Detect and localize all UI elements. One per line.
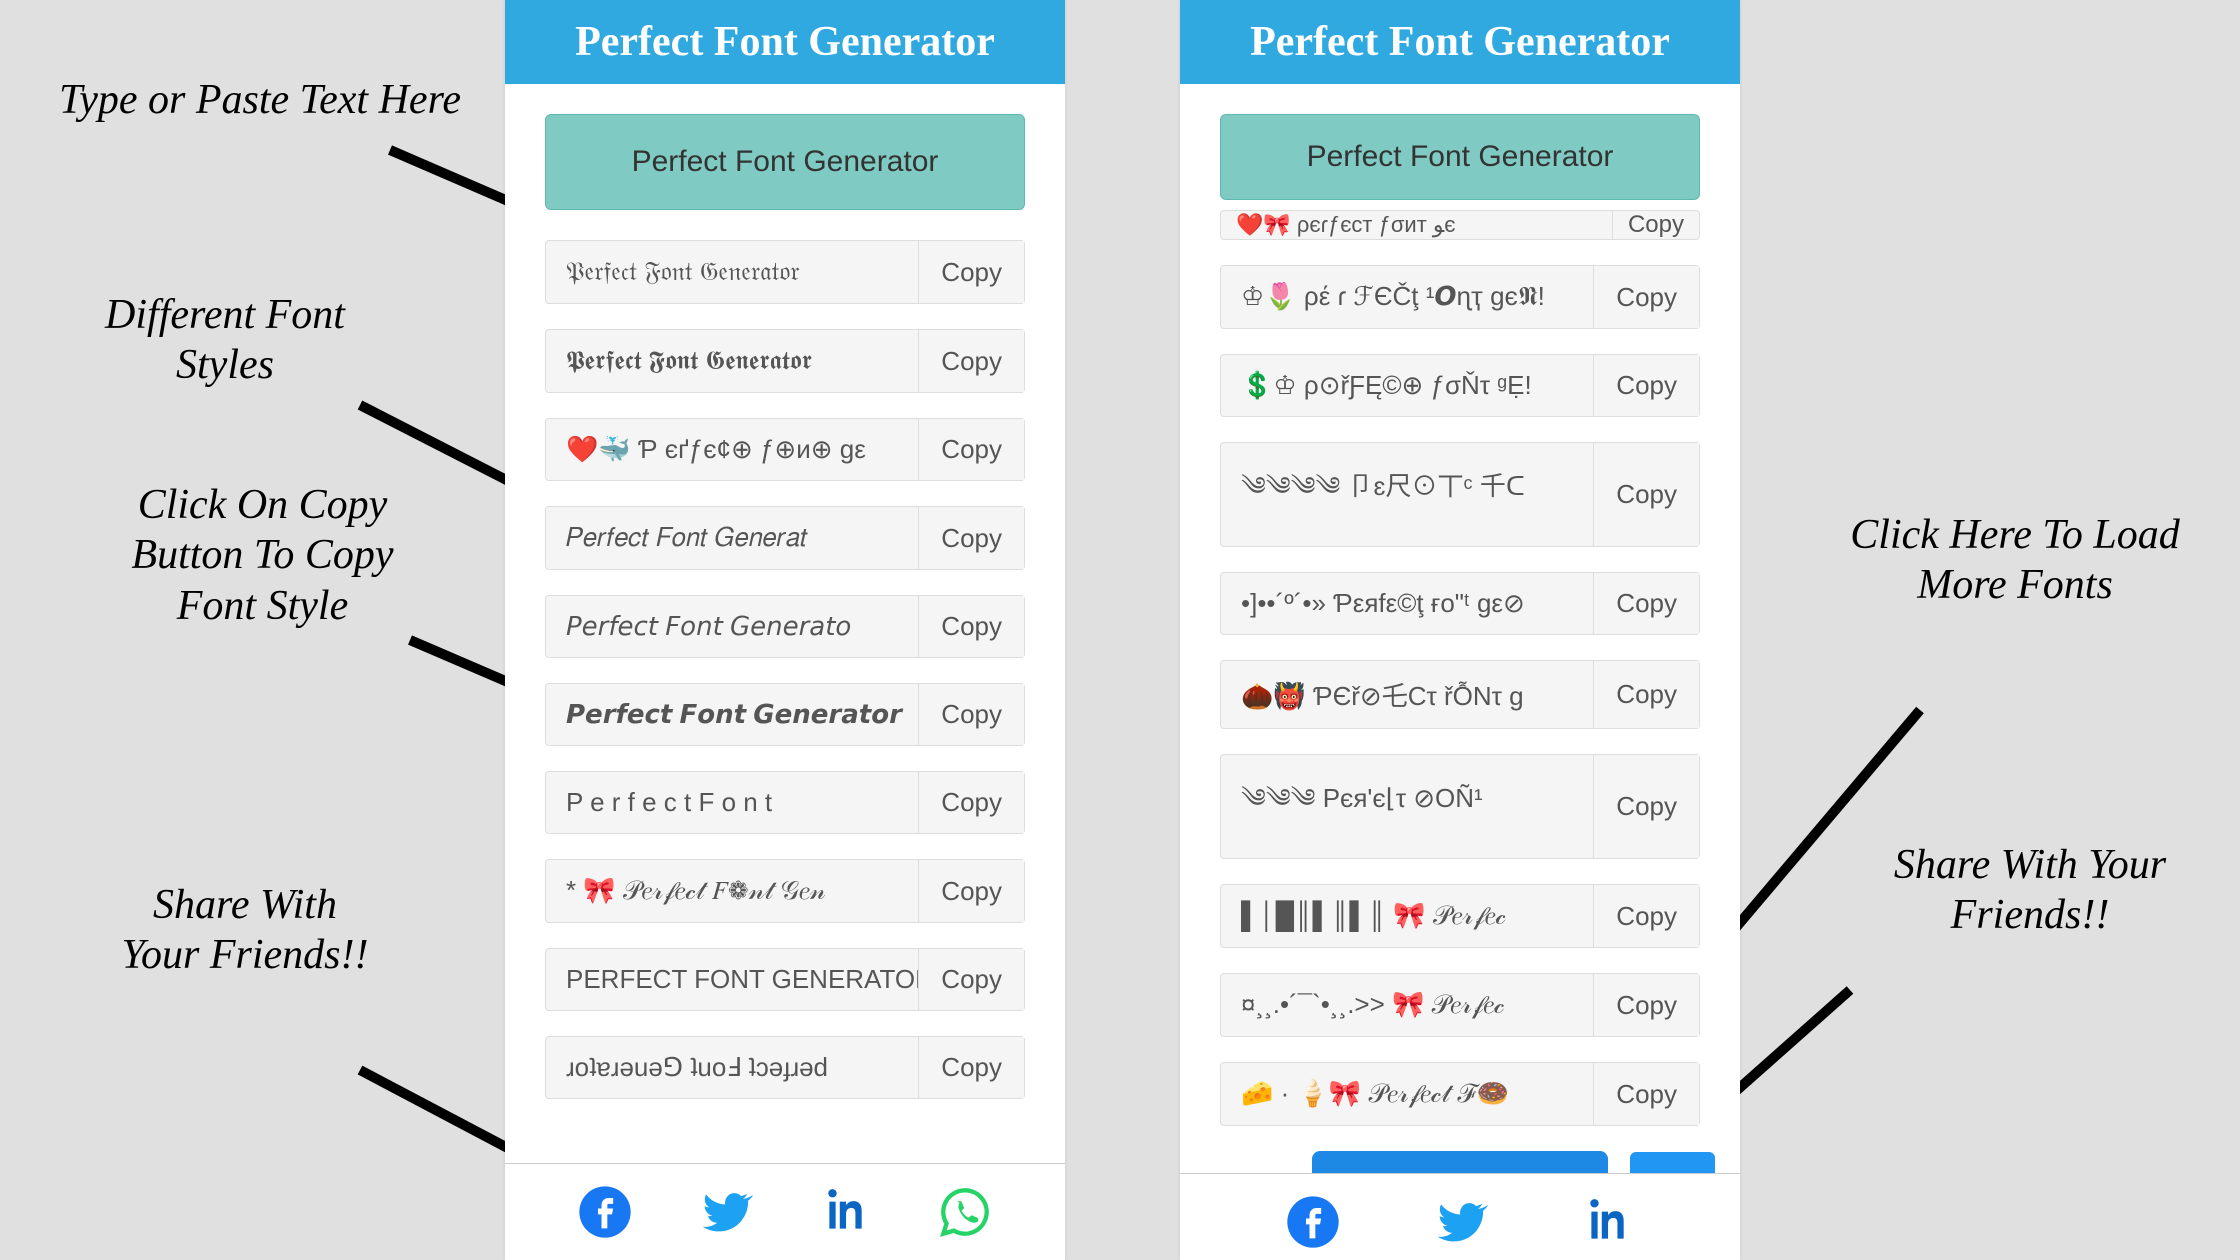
phone-left: Perfect Font Generator Perfect Font Gene… xyxy=(505,0,1065,1260)
font-preview[interactable]: ༄༄༄ Pєя'є⌊τ ⊘OÑ¹ xyxy=(1221,755,1594,858)
font-preview[interactable]: 💲♔ ρ⊙řƑĘ©⊕ ƒσŇτ ᵍẸ! xyxy=(1221,355,1594,416)
annotation-share-left: Share With Your Friends!! xyxy=(115,880,375,981)
linkedin-icon[interactable] xyxy=(817,1184,873,1240)
annotation-type-here: Type or Paste Text Here xyxy=(50,75,470,125)
font-row: PERFECT FONT GENERATORCopy xyxy=(545,948,1025,1011)
copy-button[interactable]: Copy xyxy=(919,772,1024,833)
font-row: ༄༄༄༄ 卩ɛ尺⊙丅ᶜ 千ᑕCopy xyxy=(1220,442,1700,547)
font-row: ▌│█║▌║▌║ 🎀 𝒫𝑒𝓇𝒻𝑒𝒸Copy xyxy=(1220,884,1700,948)
copy-button[interactable]: Copy xyxy=(1594,573,1699,634)
text-input[interactable]: Perfect Font Generator xyxy=(1220,114,1700,200)
font-row: ɹoʇɐɹǝuǝ⅁ ʇuoℲ ʇɔǝɟɹǝdCopy xyxy=(545,1036,1025,1099)
font-row: ♔🌷 ρέ ɾ ℱЄČţ ¹𝙊ɳҭ gє𝕹!Copy xyxy=(1220,265,1700,329)
font-row: 💲♔ ρ⊙řƑĘ©⊕ ƒσŇτ ᵍẸ!Copy xyxy=(1220,354,1700,417)
phone-right: Perfect Font Generator Perfect Font Gene… xyxy=(1180,0,1740,1260)
font-row: ¤¸¸.•´¯`•¸¸.>> 🎀 𝒫𝑒𝓇𝒻𝑒𝒸Copy xyxy=(1220,973,1700,1037)
copy-button[interactable]: Copy xyxy=(919,330,1024,392)
font-preview[interactable]: 🧀 · 🍦🎀 𝒫𝑒𝓇𝒻𝑒𝒸𝓉 ℱ🍩 xyxy=(1221,1063,1594,1125)
app-title: Perfect Font Generator xyxy=(1180,0,1740,84)
copy-button[interactable]: Copy xyxy=(1594,661,1699,728)
copy-button[interactable]: Copy xyxy=(919,596,1024,657)
share-bar xyxy=(1180,1173,1740,1260)
copy-button[interactable]: Copy xyxy=(919,241,1024,303)
copy-button[interactable]: Copy xyxy=(919,860,1024,922)
whatsapp-icon[interactable] xyxy=(937,1184,993,1240)
font-preview[interactable]: ▌│█║▌║▌║ 🎀 𝒫𝑒𝓇𝒻𝑒𝒸 xyxy=(1221,885,1594,947)
facebook-icon[interactable] xyxy=(577,1184,633,1240)
share-bar xyxy=(505,1163,1065,1260)
font-row: 𝙋𝙚𝙧𝙛𝙚𝙘𝙩 𝙁𝙤𝙣𝙩 𝙂𝙚𝙣𝙚𝙧𝙖𝙩𝙤𝙧Copy xyxy=(545,683,1025,746)
font-row: ༄༄༄ Pєя'є⌊τ ⊘OÑ¹Copy xyxy=(1220,754,1700,859)
font-preview[interactable]: * 🎀 𝒫𝑒𝓇𝒻𝑒𝒸𝓉 𝐹❁𝓃𝓉 𝒢𝑒𝓃 xyxy=(546,860,919,922)
copy-button[interactable]: Copy xyxy=(1594,974,1699,1036)
font-preview[interactable]: ɹoʇɐɹǝuǝ⅁ ʇuoℲ ʇɔǝɟɹǝd xyxy=(546,1037,919,1098)
font-preview[interactable]: ❤️🐳 Ƥ єґƒє¢⊕ ƒ⊕и⊕ gε xyxy=(546,419,919,480)
font-row: ❤️🐳 Ƥ єґƒє¢⊕ ƒ⊕и⊕ gεCopy xyxy=(545,418,1025,481)
font-row-partial: ❤️🎀 ρєɾƒєcт ƒσит ﻮє Copy xyxy=(1220,210,1700,240)
font-preview[interactable]: 🌰👹 ƤЄř⊘乇Cτ řỖNτ g xyxy=(1221,661,1594,728)
font-preview[interactable]: ¤¸¸.•´¯`•¸¸.>> 🎀 𝒫𝑒𝓇𝒻𝑒𝒸 xyxy=(1221,974,1594,1036)
twitter-icon[interactable] xyxy=(1432,1194,1488,1250)
font-row: •]••´º´•» Ƥεяfε©ţ ғo"ᵗ gε⊘Copy xyxy=(1220,572,1700,635)
font-row: P e r f e c t F o n tCopy xyxy=(545,771,1025,834)
font-preview[interactable]: PERFECT FONT GENERATOR xyxy=(546,949,919,1010)
font-preview[interactable]: P e r f e c t F o n t xyxy=(546,772,919,833)
app-title: Perfect Font Generator xyxy=(505,0,1065,84)
copy-button[interactable]: Copy xyxy=(1612,211,1699,239)
linkedin-icon[interactable] xyxy=(1579,1194,1635,1250)
font-row: 𝔓𝔢𝔯𝔣𝔢𝔠𝔱 𝔉𝔬𝔫𝔱 𝔊𝔢𝔫𝔢𝔯𝔞𝔱𝔬𝔯Copy xyxy=(545,240,1025,304)
annotation-click-copy: Click On Copy Button To Copy Font Style xyxy=(95,480,430,631)
font-preview[interactable]: ♔🌷 ρέ ɾ ℱЄČţ ¹𝙊ɳҭ gє𝕹! xyxy=(1221,266,1594,328)
annotation-diff-styles: Different Font Styles xyxy=(60,290,390,391)
font-row: 𝘗𝘦𝘳𝘧𝘦𝘤𝘵 𝘍𝘰𝘯𝘵 𝘎𝘦𝘯𝘦𝘳𝘢𝘵𝘰Copy xyxy=(545,595,1025,658)
copy-button[interactable]: Copy xyxy=(919,684,1024,745)
annotation-load-more: Click Here To Load More Fonts xyxy=(1850,510,2180,611)
copy-button[interactable]: Copy xyxy=(1594,355,1699,416)
font-preview[interactable]: ❤️🎀 ρєɾƒєcт ƒσит ﻮє xyxy=(1221,212,1612,238)
font-row: 🌰👹 ƤЄř⊘乇Cτ řỖNτ gCopy xyxy=(1220,660,1700,729)
annotation-share-right: Share With Your Friends!! xyxy=(1890,840,2170,941)
font-preview[interactable]: ༄༄༄༄ 卩ɛ尺⊙丅ᶜ 千ᑕ xyxy=(1221,443,1594,546)
text-input[interactable]: Perfect Font Generator xyxy=(545,114,1025,210)
copy-button[interactable]: Copy xyxy=(1594,1063,1699,1125)
copy-button[interactable]: Copy xyxy=(919,419,1024,480)
font-preview[interactable]: 𝑃𝑒𝑟𝑓𝑒𝑐𝑡 𝐹𝑜𝑛𝑡 𝐺𝑒𝑛𝑒𝑟𝑎𝑡 xyxy=(546,507,919,569)
font-row: 𝑃𝑒𝑟𝑓𝑒𝑐𝑡 𝐹𝑜𝑛𝑡 𝐺𝑒𝑛𝑒𝑟𝑎𝑡Copy xyxy=(545,506,1025,570)
facebook-icon[interactable] xyxy=(1285,1194,1341,1250)
copy-button[interactable]: Copy xyxy=(1594,443,1699,546)
twitter-icon[interactable] xyxy=(697,1184,753,1240)
font-row: * 🎀 𝒫𝑒𝓇𝒻𝑒𝒸𝓉 𝐹❁𝓃𝓉 𝒢𝑒𝓃Copy xyxy=(545,859,1025,923)
font-preview[interactable]: •]••´º´•» Ƥεяfε©ţ ғo"ᵗ gε⊘ xyxy=(1221,573,1594,634)
font-preview[interactable]: 𝙋𝙚𝙧𝙛𝙚𝙘𝙩 𝙁𝙤𝙣𝙩 𝙂𝙚𝙣𝙚𝙧𝙖𝙩𝙤𝙧 xyxy=(546,684,919,745)
copy-button[interactable]: Copy xyxy=(1594,266,1699,328)
font-preview[interactable]: 𝘗𝘦𝘳𝘧𝘦𝘤𝘵 𝘍𝘰𝘯𝘵 𝘎𝘦𝘯𝘦𝘳𝘢𝘵𝘰 xyxy=(546,596,919,657)
copy-button[interactable]: Copy xyxy=(1594,755,1699,858)
copy-button[interactable]: Copy xyxy=(919,1037,1024,1098)
font-row: 𝕻𝖊𝖗𝖋𝖊𝖈𝖙 𝕱𝖔𝖓𝖙 𝕲𝖊𝖓𝖊𝖗𝖆𝖙𝖔𝖗Copy xyxy=(545,329,1025,393)
copy-button[interactable]: Copy xyxy=(919,507,1024,569)
copy-button[interactable]: Copy xyxy=(1594,885,1699,947)
font-preview[interactable]: 𝕻𝖊𝖗𝖋𝖊𝖈𝖙 𝕱𝖔𝖓𝖙 𝕲𝖊𝖓𝖊𝖗𝖆𝖙𝖔𝖗 xyxy=(546,330,919,392)
font-preview[interactable]: 𝔓𝔢𝔯𝔣𝔢𝔠𝔱 𝔉𝔬𝔫𝔱 𝔊𝔢𝔫𝔢𝔯𝔞𝔱𝔬𝔯 xyxy=(546,241,919,303)
copy-button[interactable]: Copy xyxy=(919,949,1024,1010)
font-row: 🧀 · 🍦🎀 𝒫𝑒𝓇𝒻𝑒𝒸𝓉 ℱ🍩Copy xyxy=(1220,1062,1700,1126)
